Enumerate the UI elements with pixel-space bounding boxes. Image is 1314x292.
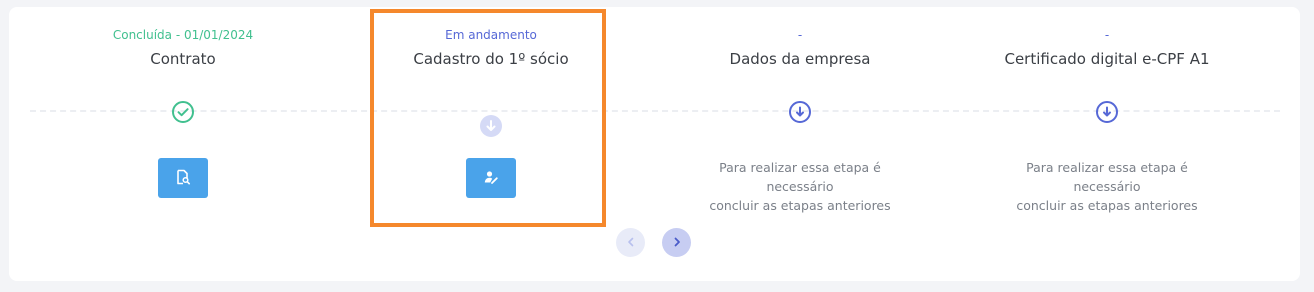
- step-note-line: concluir as etapas anteriores: [1016, 198, 1198, 213]
- arrow-down-circle-icon: [1096, 101, 1118, 123]
- step-status: Concluída - 01/01/2024: [112, 28, 254, 42]
- step-title: Dados da empresa: [729, 50, 871, 68]
- steps-card: [9, 7, 1300, 281]
- current-step-highlight: [370, 9, 606, 227]
- document-search-icon: [175, 169, 191, 188]
- check-circle-icon: [172, 101, 194, 123]
- step-note: Para realizar essa etapa é necessário co…: [997, 158, 1217, 215]
- previous-button[interactable]: [616, 228, 645, 257]
- step-title: Contrato: [150, 50, 216, 68]
- view-contract-button[interactable]: [158, 158, 208, 198]
- next-button[interactable]: [662, 228, 691, 257]
- chevron-left-icon: [626, 235, 636, 250]
- step-note-line: Para realizar essa etapa é necessário: [1026, 160, 1188, 194]
- chevron-right-icon: [672, 235, 682, 250]
- timeline-line: [30, 110, 1280, 112]
- step-title: Certificado digital e-CPF A1: [1004, 50, 1210, 68]
- step-note: Para realizar essa etapa é necessário co…: [690, 158, 910, 215]
- step-note-line: concluir as etapas anteriores: [709, 198, 891, 213]
- arrow-down-circle-icon: [789, 101, 811, 123]
- step-note-line: Para realizar essa etapa é necessário: [719, 160, 881, 194]
- step-status: -: [797, 28, 803, 42]
- step-status: -: [1104, 28, 1110, 42]
